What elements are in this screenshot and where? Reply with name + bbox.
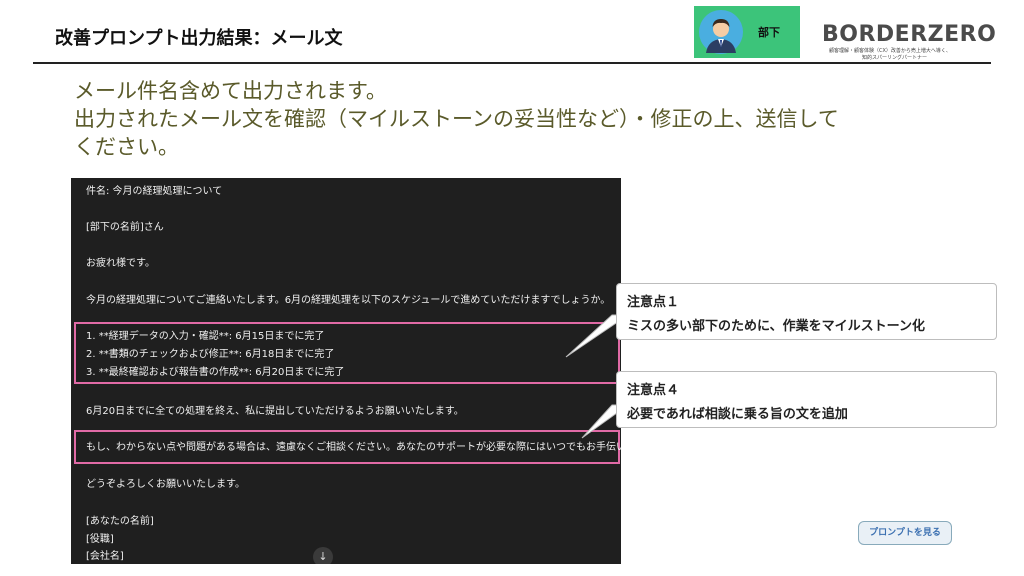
view-prompt-button[interactable]: プロンプトを見る bbox=[858, 521, 952, 545]
callout-1-title: 注意点１ bbox=[627, 295, 680, 310]
callout-note-1: 注意点１ ミスの多い部下のために、作業をマイルストーン化 bbox=[616, 283, 997, 340]
callout-4-body: 必要であれば相談に乗る旨の文を追加 bbox=[627, 407, 848, 422]
callout-4-title: 注意点４ bbox=[627, 383, 680, 398]
callout-note-4: 注意点４ 必要であれば相談に乗る旨の文を追加 bbox=[616, 371, 997, 428]
callout-1-body: ミスの多い部下のために、作業をマイルストーン化 bbox=[627, 319, 925, 334]
